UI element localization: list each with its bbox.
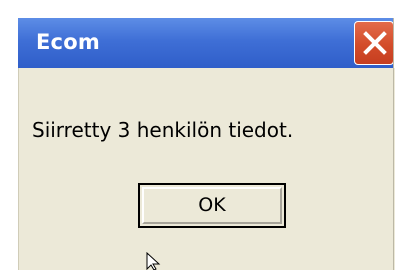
message-dialog: Ecom Siirretty 3 henkilön tiedot. OK — [0, 0, 405, 270]
ok-button[interactable]: OK — [138, 183, 286, 228]
window-border — [393, 18, 394, 270]
window-title: Ecom — [36, 30, 100, 54]
message-text: Siirretty 3 henkilön tiedot. — [32, 118, 294, 142]
ok-button-label: OK — [198, 194, 226, 216]
mouse-pointer-icon — [146, 252, 161, 270]
title-bar[interactable]: Ecom — [18, 18, 394, 68]
dialog-body — [18, 68, 395, 270]
close-icon — [363, 31, 387, 55]
close-button[interactable] — [354, 21, 394, 65]
